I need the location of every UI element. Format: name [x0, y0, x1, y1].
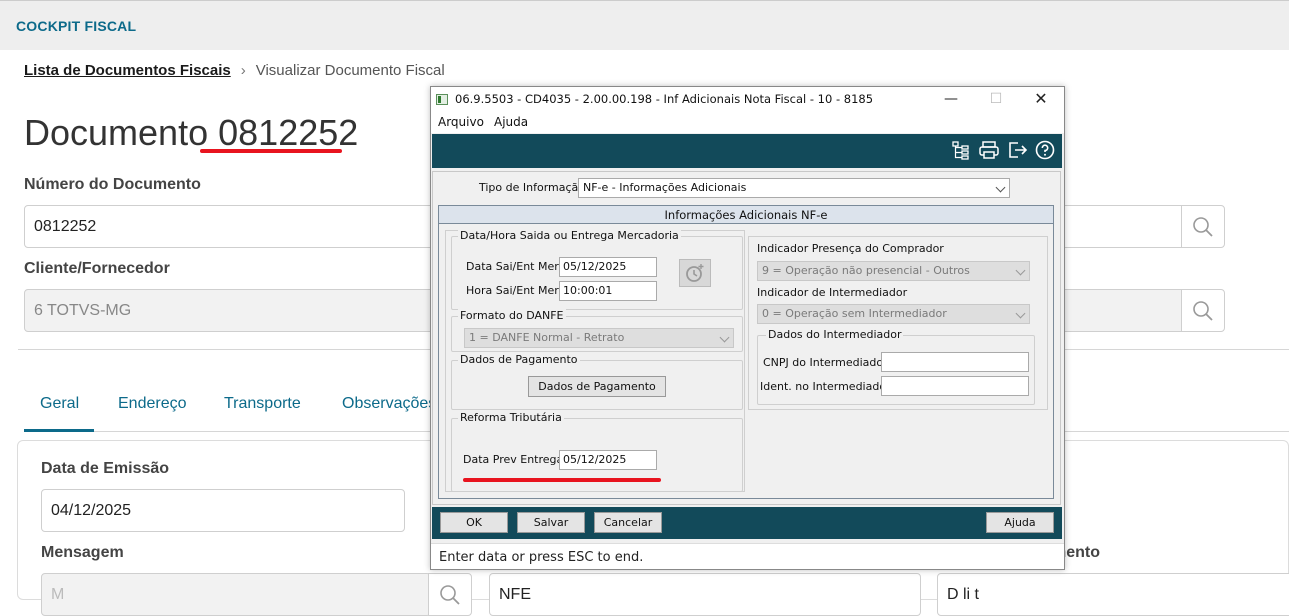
- cliente-field: 6 TOTVS-MG: [24, 289, 444, 332]
- page-title-number: 0812252: [218, 112, 359, 153]
- tipo-label: Tipo de Informação:: [479, 181, 589, 194]
- hora-sai-label: Hora Sai/Ent Merc:: [466, 284, 569, 297]
- search-icon: [440, 584, 460, 605]
- dialog-statusbar: Enter data or press ESC to end.: [431, 543, 1064, 569]
- dialog-content: Tipo de Informação: NF-e - Informações A…: [432, 171, 1061, 505]
- tipo-select-value: NF-e - Informações Adicionais: [583, 181, 747, 194]
- close-button[interactable]: ✕: [1026, 89, 1056, 109]
- group-datahora: Data/Hora Saida ou Entrega Mercadoria Da…: [451, 229, 743, 310]
- dados-pagamento-button[interactable]: Dados de Pagamento: [528, 376, 666, 397]
- group-reforma-legend: Reforma Tributária: [458, 411, 564, 424]
- numero-label: Número do Documento: [24, 176, 201, 193]
- indicador-intermed-select: 0 = Operação sem Intermediador: [757, 304, 1030, 324]
- app-title: COCKPIT FISCAL: [16, 18, 137, 34]
- page-title-prefix: Documento: [24, 112, 209, 153]
- group-reforma: Reforma Tributária Data Prev Entrega: 05…: [451, 411, 743, 492]
- group-datahora-legend: Data/Hora Saida ou Entrega Mercadoria: [458, 229, 681, 242]
- group-intermediador: Dados do Intermediador CNPJ do Intermedi…: [757, 328, 1035, 405]
- indicador-presenca-value: 9 = Operação não presencial - Outros: [762, 264, 970, 277]
- tree-icon[interactable]: [950, 139, 972, 161]
- numero-field[interactable]: 0812252: [24, 205, 444, 248]
- danfe-select-value: 1 = DANFE Normal - Retrato: [469, 331, 625, 344]
- ident-input[interactable]: [881, 376, 1029, 396]
- dialog-titlebar: 06.9.5503 - CD4035 - 2.00.00.198 - Inf A…: [431, 87, 1064, 111]
- maximize-button[interactable]: ☐: [981, 89, 1011, 109]
- search-icon: [1193, 216, 1213, 237]
- chevron-down-icon: [995, 182, 1006, 193]
- data-prev-label: Data Prev Entrega:: [463, 453, 567, 466]
- data-emissao-label: Data de Emissão: [41, 460, 170, 477]
- mensagem-label: Mensagem: [41, 544, 124, 561]
- tab-active-indicator: [24, 429, 94, 432]
- indicador-intermed-value: 0 = Operação sem Intermediador: [762, 307, 947, 320]
- data-emissao-field[interactable]: 04/12/2025: [41, 489, 405, 532]
- group-intermed-legend: Dados do Intermediador: [766, 328, 904, 341]
- status-text: Enter data or press ESC to end.: [439, 550, 644, 565]
- tab-geral[interactable]: Geral: [40, 395, 79, 413]
- top-bar: COCKPIT FISCAL: [0, 0, 1289, 50]
- ident-label: Ident. no Intermediador:: [760, 380, 895, 393]
- group-pagamento: Dados de Pagamento Dados de Pagamento: [451, 353, 743, 410]
- indicador-presenca-label: Indicador Presença do Comprador: [757, 242, 944, 255]
- dialog-title: 06.9.5503 - CD4035 - 2.00.00.198 - Inf A…: [455, 92, 874, 106]
- chevron-down-icon: [1015, 265, 1026, 276]
- ok-button[interactable]: OK: [440, 512, 508, 533]
- group-danfe-legend: Formato do DANFE: [458, 309, 566, 322]
- breadcrumb: Lista de Documentos Fiscais › Visualizar D…: [24, 62, 445, 79]
- app-icon: [436, 94, 448, 105]
- hora-sai-input[interactable]: 10:00:01: [559, 281, 657, 301]
- menu-arquivo[interactable]: Arquivo: [438, 115, 484, 129]
- tab-transporte[interactable]: Transporte: [224, 395, 301, 413]
- nfe-field[interactable]: NFE: [489, 573, 921, 616]
- mensagem-search-button[interactable]: [428, 573, 472, 616]
- cliente-label: Cliente/Fornecedor: [24, 260, 170, 277]
- highlight-underline: [463, 478, 661, 482]
- chevron-down-icon: [1015, 308, 1026, 319]
- indicador-presenca-select: 9 = Operação não presencial - Outros: [757, 261, 1030, 281]
- danfe-select: 1 = DANFE Normal - Retrato: [464, 328, 734, 348]
- exit-icon[interactable]: [1006, 139, 1028, 161]
- numero-field-right[interactable]: [1060, 205, 1182, 248]
- info-panel: Informações Adicionais NF-e Data/Hora Sa…: [438, 205, 1054, 499]
- cnpj-input[interactable]: [881, 352, 1029, 372]
- tab-endereco[interactable]: Endereço: [118, 395, 187, 413]
- indicador-intermed-label: Indicador de Intermediador: [757, 286, 908, 299]
- cancelar-button[interactable]: Cancelar: [594, 512, 662, 533]
- clock-button[interactable]: [679, 259, 711, 287]
- search-icon: [1193, 300, 1213, 321]
- tab-observacoes[interactable]: Observações: [342, 395, 436, 413]
- ajuda-button[interactable]: Ajuda: [986, 512, 1054, 533]
- numero-search-button[interactable]: [1181, 205, 1225, 248]
- highlight-underline: [200, 149, 342, 153]
- chevron-down-icon: [719, 332, 730, 343]
- clock-icon: [686, 264, 704, 282]
- right-column: Indicador Presença do Comprador 9 = Oper…: [748, 236, 1048, 410]
- data-sai-label: Data Sai/Ent Merc:: [466, 260, 569, 273]
- help-icon[interactable]: [1034, 139, 1056, 161]
- data-prev-input[interactable]: 05/12/2025: [559, 450, 657, 470]
- tipo-select[interactable]: NF-e - Informações Adicionais: [578, 178, 1010, 198]
- group-danfe: Formato do DANFE 1 = DANFE Normal - Retr…: [451, 309, 743, 352]
- salvar-button[interactable]: Salvar: [517, 512, 585, 533]
- dialog-button-bar: OK Salvar Cancelar Ajuda: [432, 507, 1062, 539]
- info-panel-title: Informações Adicionais NF-e: [664, 208, 828, 222]
- printer-icon[interactable]: [978, 139, 1000, 161]
- page-title: Documento 0812252: [24, 112, 358, 154]
- minimize-button[interactable]: —: [936, 89, 966, 109]
- dialog-toolbar: [432, 134, 1062, 168]
- breadcrumb-current: Visualizar Documento Fiscal: [255, 62, 445, 79]
- chevron-right-icon: ›: [240, 62, 246, 79]
- cliente-field-right: [1060, 289, 1182, 332]
- data-sai-input[interactable]: 05/12/2025: [559, 257, 657, 277]
- cliente-search-button[interactable]: [1181, 289, 1225, 332]
- menu-ajuda[interactable]: Ajuda: [494, 115, 528, 129]
- dialog-menubar: Arquivo Ajuda: [431, 111, 1064, 133]
- breadcrumb-link[interactable]: Lista de Documentos Fiscais: [24, 62, 231, 79]
- info-panel-header: Informações Adicionais NF-e: [439, 206, 1053, 224]
- right-field[interactable]: D li t: [937, 573, 1289, 616]
- group-pagamento-legend: Dados de Pagamento: [458, 353, 580, 366]
- dialog-window: 06.9.5503 - CD4035 - 2.00.00.198 - Inf A…: [430, 86, 1065, 570]
- cnpj-label: CNPJ do Intermediador:: [763, 356, 892, 369]
- mensagem-field[interactable]: M: [41, 573, 431, 616]
